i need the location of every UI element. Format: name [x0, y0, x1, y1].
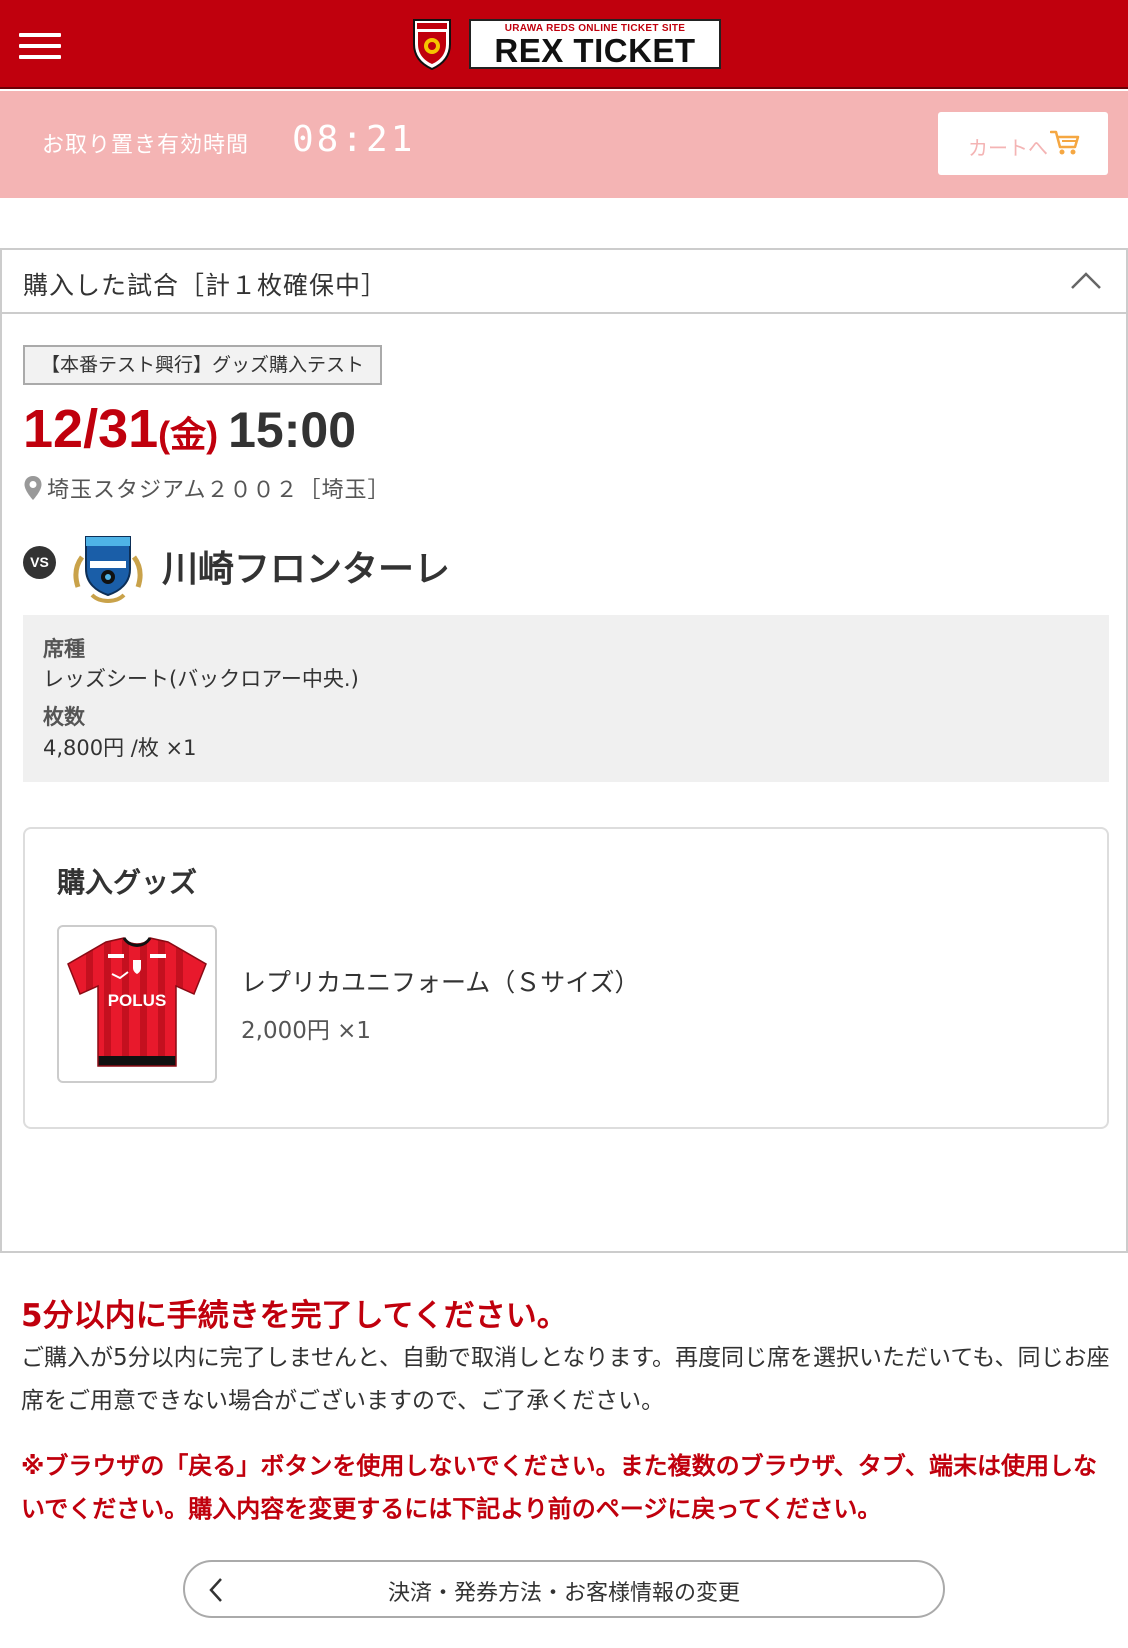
opponent-emblem-icon — [73, 536, 143, 603]
ticket-count-label: 枚数 — [43, 705, 85, 729]
goods-item-price: 2,000円 ×1 — [241, 1018, 372, 1044]
hamburger-menu-icon[interactable] — [19, 33, 61, 59]
match-time: 15:00 — [228, 402, 357, 458]
site-name: REX TICKET — [494, 32, 696, 69]
club-crest-icon — [413, 19, 451, 70]
hold-timer-value: 08:21 — [292, 119, 416, 160]
change-details-button[interactable]: 決済・発券方法・お客様情報の変更 — [183, 1560, 945, 1618]
cart-icon — [1050, 130, 1080, 155]
jersey-image: POLUS — [67, 937, 207, 1067]
seat-type-label: 席種 — [43, 637, 85, 661]
goods-item-name: レプリカユニフォーム（Ｓサイズ） — [241, 968, 640, 997]
goods-thumbnail: POLUS — [57, 925, 217, 1083]
seat-type-value: レッズシート(バックロアー中央.) — [43, 667, 359, 691]
notice-heading: 5分以内に手続きを完了してください。 — [21, 1298, 568, 1334]
event-tag: 【本番テスト興行】グッズ購入テスト — [23, 345, 383, 385]
panel-header[interactable]: 購入した試合［計１枚確保中］ — [2, 250, 1126, 314]
site-header: URAWA REDS ONLINE TICKET SITE REX TICKET — [0, 0, 1128, 89]
change-details-label: 決済・発券方法・お客様情報の変更 — [387, 1581, 740, 1606]
match-datetime: 12/31(金) 15:00 — [23, 398, 356, 468]
notice-warning: ※ブラウザの「戻る」ボタンを使用しないでください。また複数のブラウザ、タブ、端末… — [21, 1452, 1097, 1523]
jersey-sponsor-text: POLUS — [108, 991, 167, 1010]
cart-button-label: カートへ — [968, 136, 1048, 160]
match-day-of-week: (金) — [158, 414, 219, 455]
goods-title: 購入グッズ — [57, 866, 198, 899]
notice-body: ご購入が5分以内に完了しませんと、自動で取消しとなります。再度同じ席を選択いただ… — [21, 1345, 1110, 1414]
hold-timer-bar: お取り置き有効時間 08:21 カートへ — [0, 91, 1128, 198]
vs-badge: VS — [23, 546, 56, 579]
purchased-match-panel: 購入した試合［計１枚確保中］ 【本番テスト興行】グッズ購入テスト 12/31(金… — [0, 248, 1128, 1253]
goods-card: 購入グッズ POLUS レプリカユニフォーム（Ｓサイズ） 2,000円 ×1 — [23, 827, 1109, 1129]
ticket-count-value: 4,800円 /枚 ×1 — [43, 736, 197, 760]
hold-timer-label: お取り置き有効時間 — [42, 133, 250, 158]
seat-info: 席種 レッズシート(バックロアー中央.) 枚数 4,800円 /枚 ×1 — [23, 615, 1109, 782]
venue-name: 埼玉スタジアム２００２［埼玉］ — [47, 478, 391, 503]
panel-title: 購入した試合［計１枚確保中］ — [23, 271, 388, 300]
match-date: 12/31 — [23, 399, 159, 459]
chevron-up-icon[interactable] — [1070, 270, 1102, 290]
cart-button[interactable]: カートへ — [938, 112, 1108, 175]
venue: 埼玉スタジアム２００２［埼玉］ — [23, 472, 391, 503]
site-logo[interactable]: URAWA REDS ONLINE TICKET SITE REX TICKET — [469, 19, 721, 69]
map-pin-icon — [24, 476, 42, 500]
opponent-name: 川崎フロンターレ — [162, 549, 451, 590]
